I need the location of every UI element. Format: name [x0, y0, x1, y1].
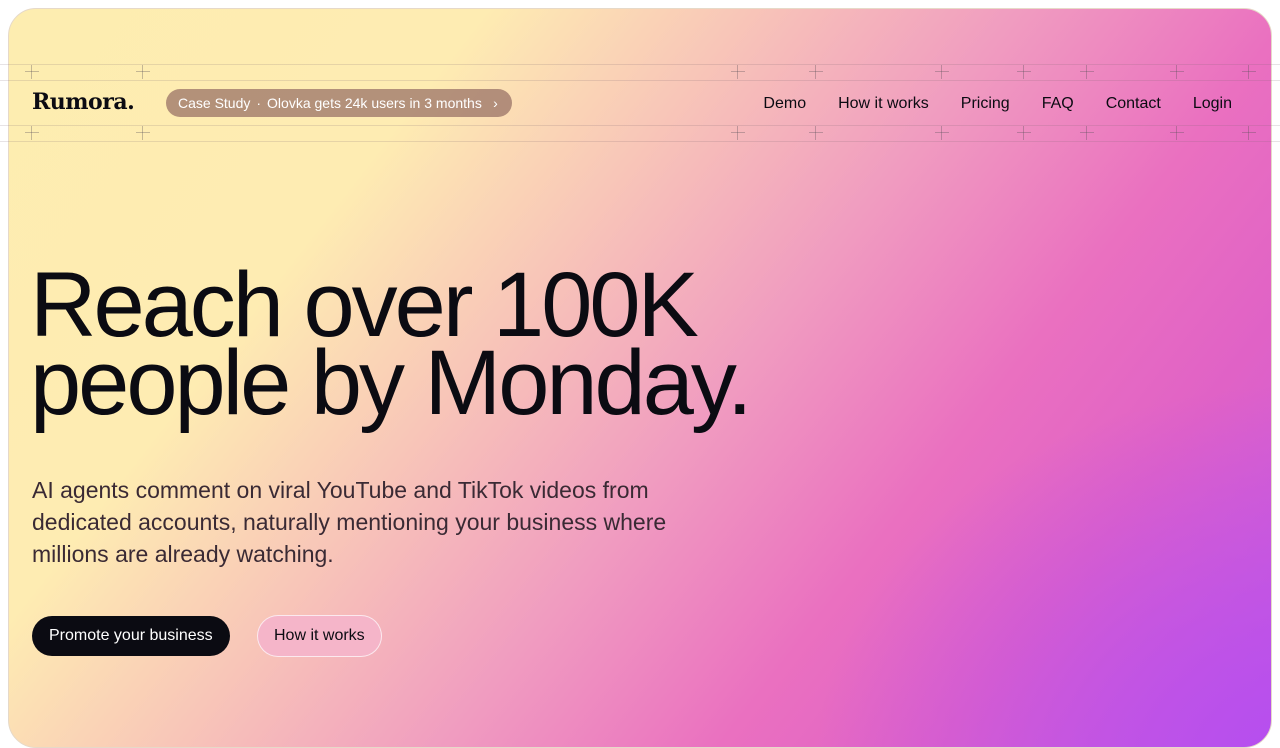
- banner-separator: ·: [256, 95, 262, 111]
- plus-icon: [1242, 126, 1256, 140]
- plus-icon: [809, 126, 823, 140]
- promote-business-button[interactable]: Promote your business: [32, 616, 230, 656]
- case-study-text: Olovka gets 24k users in 3 months: [267, 95, 482, 111]
- hero-subheadline: AI agents comment on viral YouTube and T…: [32, 477, 667, 567]
- how-it-works-button[interactable]: How it works: [257, 615, 382, 657]
- plus-icon: [1170, 126, 1184, 140]
- nav-how-it-works[interactable]: How it works: [838, 93, 929, 115]
- chevron-right-icon: ›: [493, 95, 498, 111]
- plus-icon: [25, 126, 39, 140]
- nav-contact[interactable]: Contact: [1106, 93, 1161, 115]
- plus-icon: [1080, 65, 1094, 79]
- plus-icon: [25, 65, 39, 79]
- hero-headline: Reach over 100K people by Monday.: [30, 259, 753, 434]
- headline-line-2: people by Monday.: [30, 332, 753, 434]
- main-nav: Demo How it works Pricing FAQ Contact Lo…: [763, 93, 1232, 115]
- case-study-banner[interactable]: Case Study · Olovka gets 24k users in 3 mo…: [166, 89, 512, 117]
- plus-icon: [731, 126, 745, 140]
- nav-demo[interactable]: Demo: [763, 93, 806, 115]
- brand-logo[interactable]: Rumora.: [32, 89, 135, 115]
- plus-icon: [136, 65, 150, 79]
- nav-pricing[interactable]: Pricing: [961, 93, 1010, 115]
- plus-icon: [136, 126, 150, 140]
- plus-icon: [1242, 65, 1256, 79]
- case-study-tag: Case Study: [178, 95, 251, 111]
- plus-icon: [935, 126, 949, 140]
- plus-icon: [1080, 126, 1094, 140]
- plus-icon: [1017, 126, 1031, 140]
- grid-line-bottom: [0, 141, 1280, 142]
- nav-faq[interactable]: FAQ: [1042, 93, 1074, 115]
- plus-icon: [731, 65, 745, 79]
- plus-icon: [1170, 65, 1184, 79]
- plus-icon: [809, 65, 823, 79]
- nav-login[interactable]: Login: [1193, 93, 1232, 115]
- plus-icon: [1017, 65, 1031, 79]
- grid-line-top-inner: [0, 80, 1280, 81]
- plus-icon: [935, 65, 949, 79]
